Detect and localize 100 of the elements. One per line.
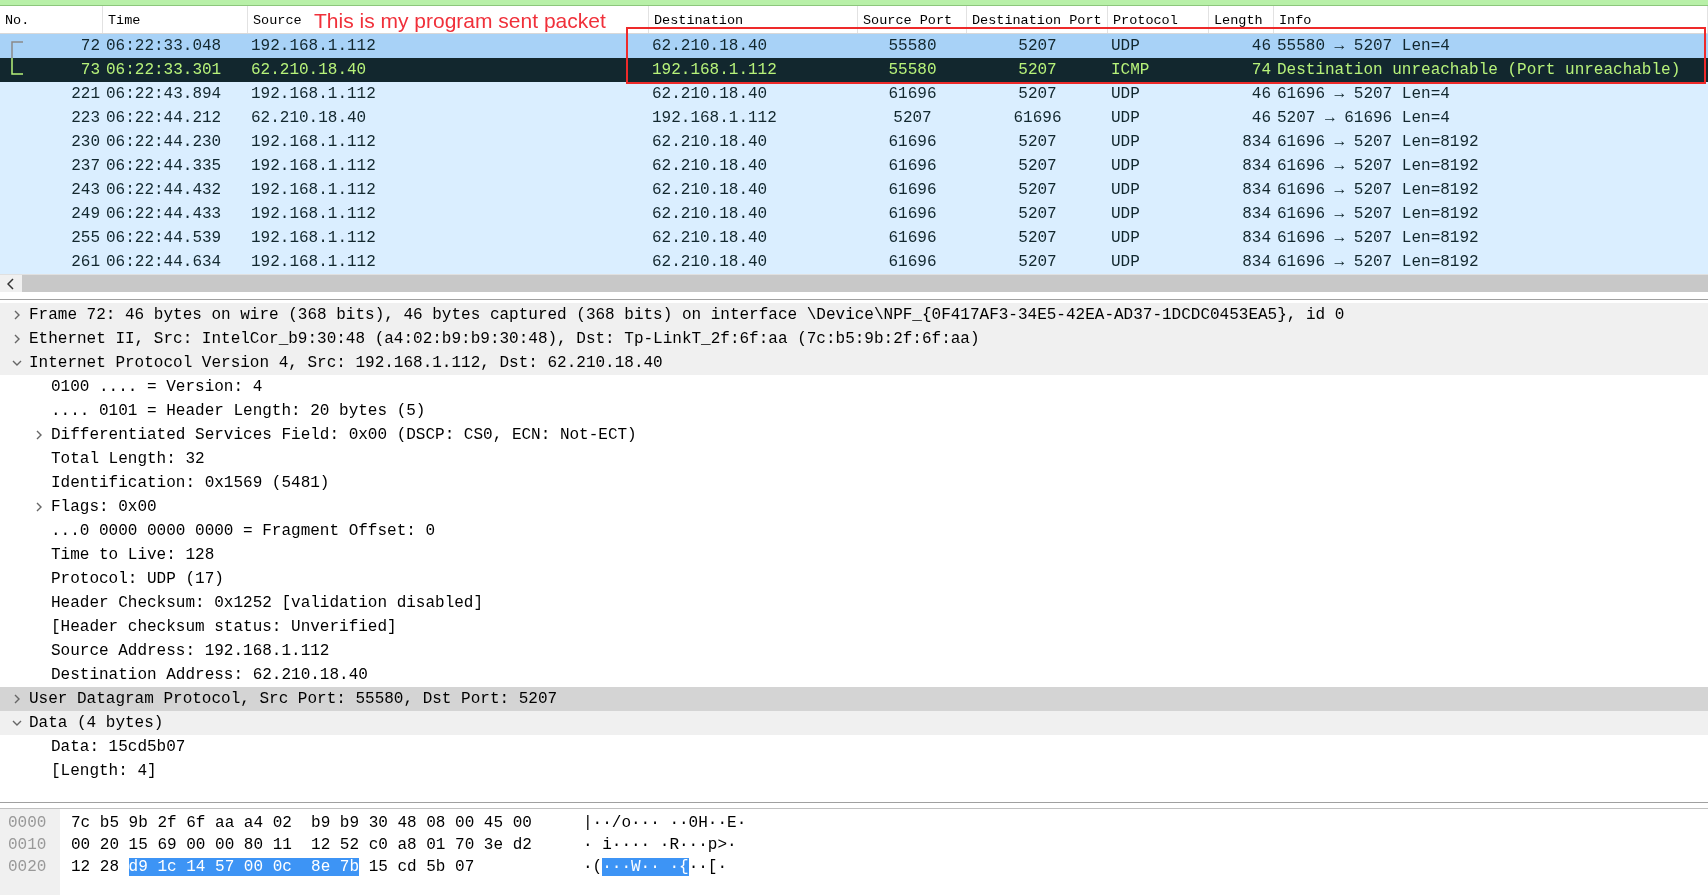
cell-text: 61696 <box>888 157 937 175</box>
packet-row[interactable]: 237 06:22:44.335 192.168.1.112 62.210.18.40 61696 5207 UDP 834 61696 → 5207 Len=8192 <box>0 154 1708 178</box>
cell-text: 06:22:33.048 <box>106 37 222 55</box>
tree-item[interactable]: Protocol: UDP (17) <box>0 567 1708 591</box>
packet-row[interactable]: 261 06:22:44.634 192.168.1.112 62.210.18.40 61696 5207 UDP 834 61696 → 5207 Len=8192 <box>0 250 1708 274</box>
column-header[interactable]: Destination Port <box>972 10 1102 31</box>
cell-text: 62.210.18.40 <box>652 181 768 199</box>
cell-text: 5207 <box>1018 157 1057 175</box>
tree-item[interactable]: Time to Live: 128 <box>0 543 1708 567</box>
tree-item-text: Internet Protocol Version 4, Src: 192.168.1.112, Dst: 62.210.18.40 <box>29 353 663 374</box>
column-header[interactable]: Time <box>108 10 141 31</box>
hex-ascii[interactable]: |··/o··· ··0H··E· <box>583 812 747 834</box>
cell-text: 5207 → 61696 Len=4 <box>1277 109 1450 127</box>
tree-item[interactable]: Differentiated Services Field: 0x00 (DSCP: CS0, ECN: Not-ECT) <box>0 423 1708 447</box>
cell-text: 192.168.1.112 <box>652 109 777 127</box>
column-header[interactable]: Length <box>1214 10 1263 31</box>
hex-offset: 0000 <box>7 813 48 834</box>
horizontal-scrollbar[interactable] <box>0 274 1708 292</box>
cell-text: 61696 → 5207 Len=8192 <box>1277 181 1479 199</box>
cell-text: 72 <box>80 37 100 55</box>
packet-row[interactable]: 72 06:22:33.048 192.168.1.112 62.210.18.40 55580 5207 UDP 46 55580 → 5207 Len=4 <box>0 34 1708 58</box>
tree-item[interactable]: Destination Address: 62.210.18.40 <box>0 663 1708 687</box>
column-header[interactable]: Source Port <box>863 10 953 31</box>
tree-item[interactable]: Identification: 0x1569 (5481) <box>0 471 1708 495</box>
cell-text: 5207 <box>893 109 932 127</box>
cell-text: 834 <box>1242 133 1271 151</box>
packet-row[interactable]: 243 06:22:44.432 192.168.1.112 62.210.18.40 61696 5207 UDP 834 61696 → 5207 Len=8192 <box>0 178 1708 202</box>
tree-item[interactable]: .... 0101 = Header Length: 20 bytes (5) <box>0 399 1708 423</box>
cell-text: 61696 <box>888 253 937 271</box>
hex-ascii[interactable]: · i···· ·R···p>· <box>583 834 747 856</box>
hex-bytes[interactable]: 7c b5 9b 2f 6f aa a4 02 b9 b9 30 48 08 00 45 00 <box>71 812 583 834</box>
tree-item[interactable]: Frame 72: 46 bytes on wire (368 bits), 46 bytes captured (368 bits) on interface \Device\NPF_{0F417AF3-34E5-42EA-AD37-1DCDC0453EA5}, id 0 <box>0 303 1708 327</box>
tree-item[interactable]: Source Address: 192.168.1.112 <box>0 639 1708 663</box>
cell-text: 61696 → 5207 Len=4 <box>1277 85 1450 103</box>
tree-item[interactable]: 0100 .... = Version: 4 <box>0 375 1708 399</box>
cell-text: 61696 <box>888 229 937 247</box>
packet-row[interactable]: 255 06:22:44.539 192.168.1.112 62.210.18.40 61696 5207 UDP 834 61696 → 5207 Len=8192 <box>0 226 1708 250</box>
tree-item[interactable]: ...0 0000 0000 0000 = Fragment Offset: 0 <box>0 519 1708 543</box>
cell-text: 5207 <box>1018 181 1057 199</box>
packet-row[interactable]: 221 06:22:43.894 192.168.1.112 62.210.18.40 61696 5207 UDP 46 61696 → 5207 Len=4 <box>0 82 1708 106</box>
tree-item[interactable]: Flags: 0x00 <box>0 495 1708 519</box>
cell-text: 834 <box>1242 205 1271 223</box>
tree-item-text: Time to Live: 128 <box>51 545 215 566</box>
tree-item[interactable]: User Datagram Protocol, Src Port: 55580, Dst Port: 5207 <box>0 687 1708 711</box>
hex-ascii[interactable]: ·(···W·· ·{··[· <box>583 856 747 878</box>
expanded-chevron-icon[interactable] <box>11 718 22 728</box>
hex-bytes[interactable]: 12 28 d9 1c 14 57 00 0c 8e 7b 15 cd 5b 07 <box>71 856 583 878</box>
packet-row[interactable]: 223 06:22:44.212 62.210.18.40 192.168.1.112 5207 61696 UDP 46 5207 → 61696 Len=4 <box>0 106 1708 130</box>
column-header[interactable]: No. <box>5 10 30 31</box>
tree-item[interactable]: [Header checksum status: Unverified] <box>0 615 1708 639</box>
hex-bytes[interactable]: 00 20 15 69 00 00 80 11 12 52 c0 a8 01 70 3e d2 <box>71 834 583 856</box>
cell-text: UDP <box>1111 229 1140 247</box>
cell-text: 61696 <box>1013 109 1062 127</box>
tree-item[interactable]: Ethernet II, Src: IntelCor_b9:30:48 (a4:02:b9:b9:30:48), Dst: Tp-LinkT_2f:6f:aa (7c:b5:9b:2f:6f:aa) <box>0 327 1708 351</box>
cell-text: 46 <box>1251 85 1271 103</box>
tree-item[interactable]: Data (4 bytes) <box>0 711 1708 735</box>
expanded-chevron-icon[interactable] <box>11 358 22 368</box>
cell-text: 06:22:44.335 <box>106 157 222 175</box>
cell-text: 834 <box>1242 181 1271 199</box>
column-header[interactable]: Info <box>1279 10 1312 31</box>
tree-item[interactable]: [Length: 4] <box>0 759 1708 783</box>
cell-text: 62.210.18.40 <box>652 157 768 175</box>
packet-row[interactable]: 249 06:22:44.433 192.168.1.112 62.210.18.40 61696 5207 UDP 834 61696 → 5207 Len=8192 <box>0 202 1708 226</box>
cell-text: 5207 <box>1018 85 1057 103</box>
cell-text: 61696 <box>888 181 937 199</box>
tree-item-text: Flags: 0x00 <box>51 497 157 518</box>
cell-text: 62.210.18.40 <box>652 133 768 151</box>
tree-item[interactable]: Header Checksum: 0x1252 [validation disabled] <box>0 591 1708 615</box>
tree-item[interactable]: Data: 15cd5b07 <box>0 735 1708 759</box>
cell-text: 834 <box>1242 157 1271 175</box>
packet-row[interactable]: 73 06:22:33.301 62.210.18.40 192.168.1.112 55580 5207 ICMP 74 Destination unreachable (Port unreachable) <box>0 58 1708 82</box>
cell-text: 5207 <box>1018 229 1057 247</box>
column-header[interactable]: Destination <box>654 10 744 31</box>
column-header[interactable]: Protocol <box>1113 10 1178 31</box>
tree-item-text: Source Address: 192.168.1.112 <box>51 641 330 662</box>
tree-item-text: Header Checksum: 0x1252 [validation disabled] <box>51 593 484 614</box>
column-header[interactable]: Source <box>253 10 302 31</box>
cell-text: 192.168.1.112 <box>251 253 376 271</box>
cell-text: 61696 <box>888 133 937 151</box>
cell-text: UDP <box>1111 181 1140 199</box>
hex-offset: 0010 <box>7 835 48 856</box>
cell-text: 255 <box>71 229 100 247</box>
tree-item[interactable]: Total Length: 32 <box>0 447 1708 471</box>
cell-text: 249 <box>71 205 100 223</box>
packet-row[interactable]: 230 06:22:44.230 192.168.1.112 62.210.18.40 61696 5207 UDP 834 61696 → 5207 Len=8192 <box>0 130 1708 154</box>
tree-item[interactable]: Internet Protocol Version 4, Src: 192.168.1.112, Dst: 62.210.18.40 <box>0 351 1708 375</box>
tree-item-text: ...0 0000 0000 0000 = Fragment Offset: 0 <box>51 521 436 542</box>
cell-text: 61696 → 5207 Len=8192 <box>1277 229 1479 247</box>
cell-text: 243 <box>71 181 100 199</box>
cell-text: 06:22:44.634 <box>106 253 222 271</box>
cell-text: 192.168.1.112 <box>251 229 376 247</box>
cell-text: 192.168.1.112 <box>251 205 376 223</box>
cell-text: 192.168.1.112 <box>251 133 376 151</box>
cell-text: 62.210.18.40 <box>251 109 367 127</box>
cell-text: 55580 → 5207 Len=4 <box>1277 37 1450 55</box>
cell-text: UDP <box>1111 253 1140 271</box>
cell-text: 192.168.1.112 <box>251 181 376 199</box>
cell-text: 223 <box>71 109 100 127</box>
cell-text: 62.210.18.40 <box>251 61 367 79</box>
scroll-left-icon[interactable] <box>7 277 15 290</box>
